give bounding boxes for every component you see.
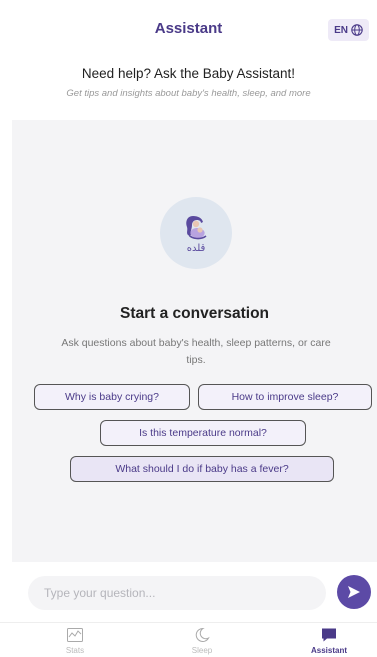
- empty-state-subtitle: Ask questions about baby's health, sleep…: [61, 337, 331, 366]
- app-header: Assistant EN: [0, 0, 377, 60]
- question-input[interactable]: [28, 576, 326, 610]
- suggestion-chip[interactable]: Is this temperature normal?: [100, 420, 306, 446]
- help-heading: Need help? Ask the Baby Assistant!: [81, 66, 296, 81]
- chart-icon: [67, 628, 83, 642]
- language-label: EN: [334, 24, 348, 36]
- nav-item-sleep[interactable]: Sleep: [157, 627, 247, 655]
- send-button[interactable]: [337, 575, 371, 609]
- assistant-logo: قلده: [160, 197, 232, 269]
- nav-item-stats[interactable]: Stats: [30, 627, 120, 655]
- logo-wordmark: قلده: [186, 242, 206, 254]
- chat-icon: [322, 628, 336, 642]
- suggestion-chip[interactable]: What should I do if baby has a fever?: [70, 456, 334, 482]
- language-toggle-button[interactable]: EN: [328, 19, 369, 41]
- nav-item-assistant[interactable]: Assistant: [284, 627, 374, 655]
- page-title: Assistant: [154, 20, 223, 37]
- send-icon: [348, 586, 360, 598]
- nav-label: Stats: [65, 646, 85, 655]
- nav-label: Sleep: [191, 646, 213, 655]
- globe-icon: [351, 24, 363, 36]
- moon-icon: [195, 627, 210, 642]
- mother-baby-icon: [186, 215, 207, 239]
- help-subheading: Get tips and insights about baby's healt…: [66, 88, 311, 99]
- empty-state-title: Start a conversation: [119, 305, 270, 322]
- help-section: Need help? Ask the Baby Assistant! Get t…: [0, 66, 377, 99]
- suggestion-chip[interactable]: Why is baby crying?: [34, 384, 190, 410]
- suggestion-chip[interactable]: How to improve sleep?: [198, 384, 372, 410]
- nav-label: Assistant: [310, 646, 347, 655]
- composer: [0, 570, 377, 614]
- bottom-nav: Stats Sleep Assistant: [0, 622, 377, 657]
